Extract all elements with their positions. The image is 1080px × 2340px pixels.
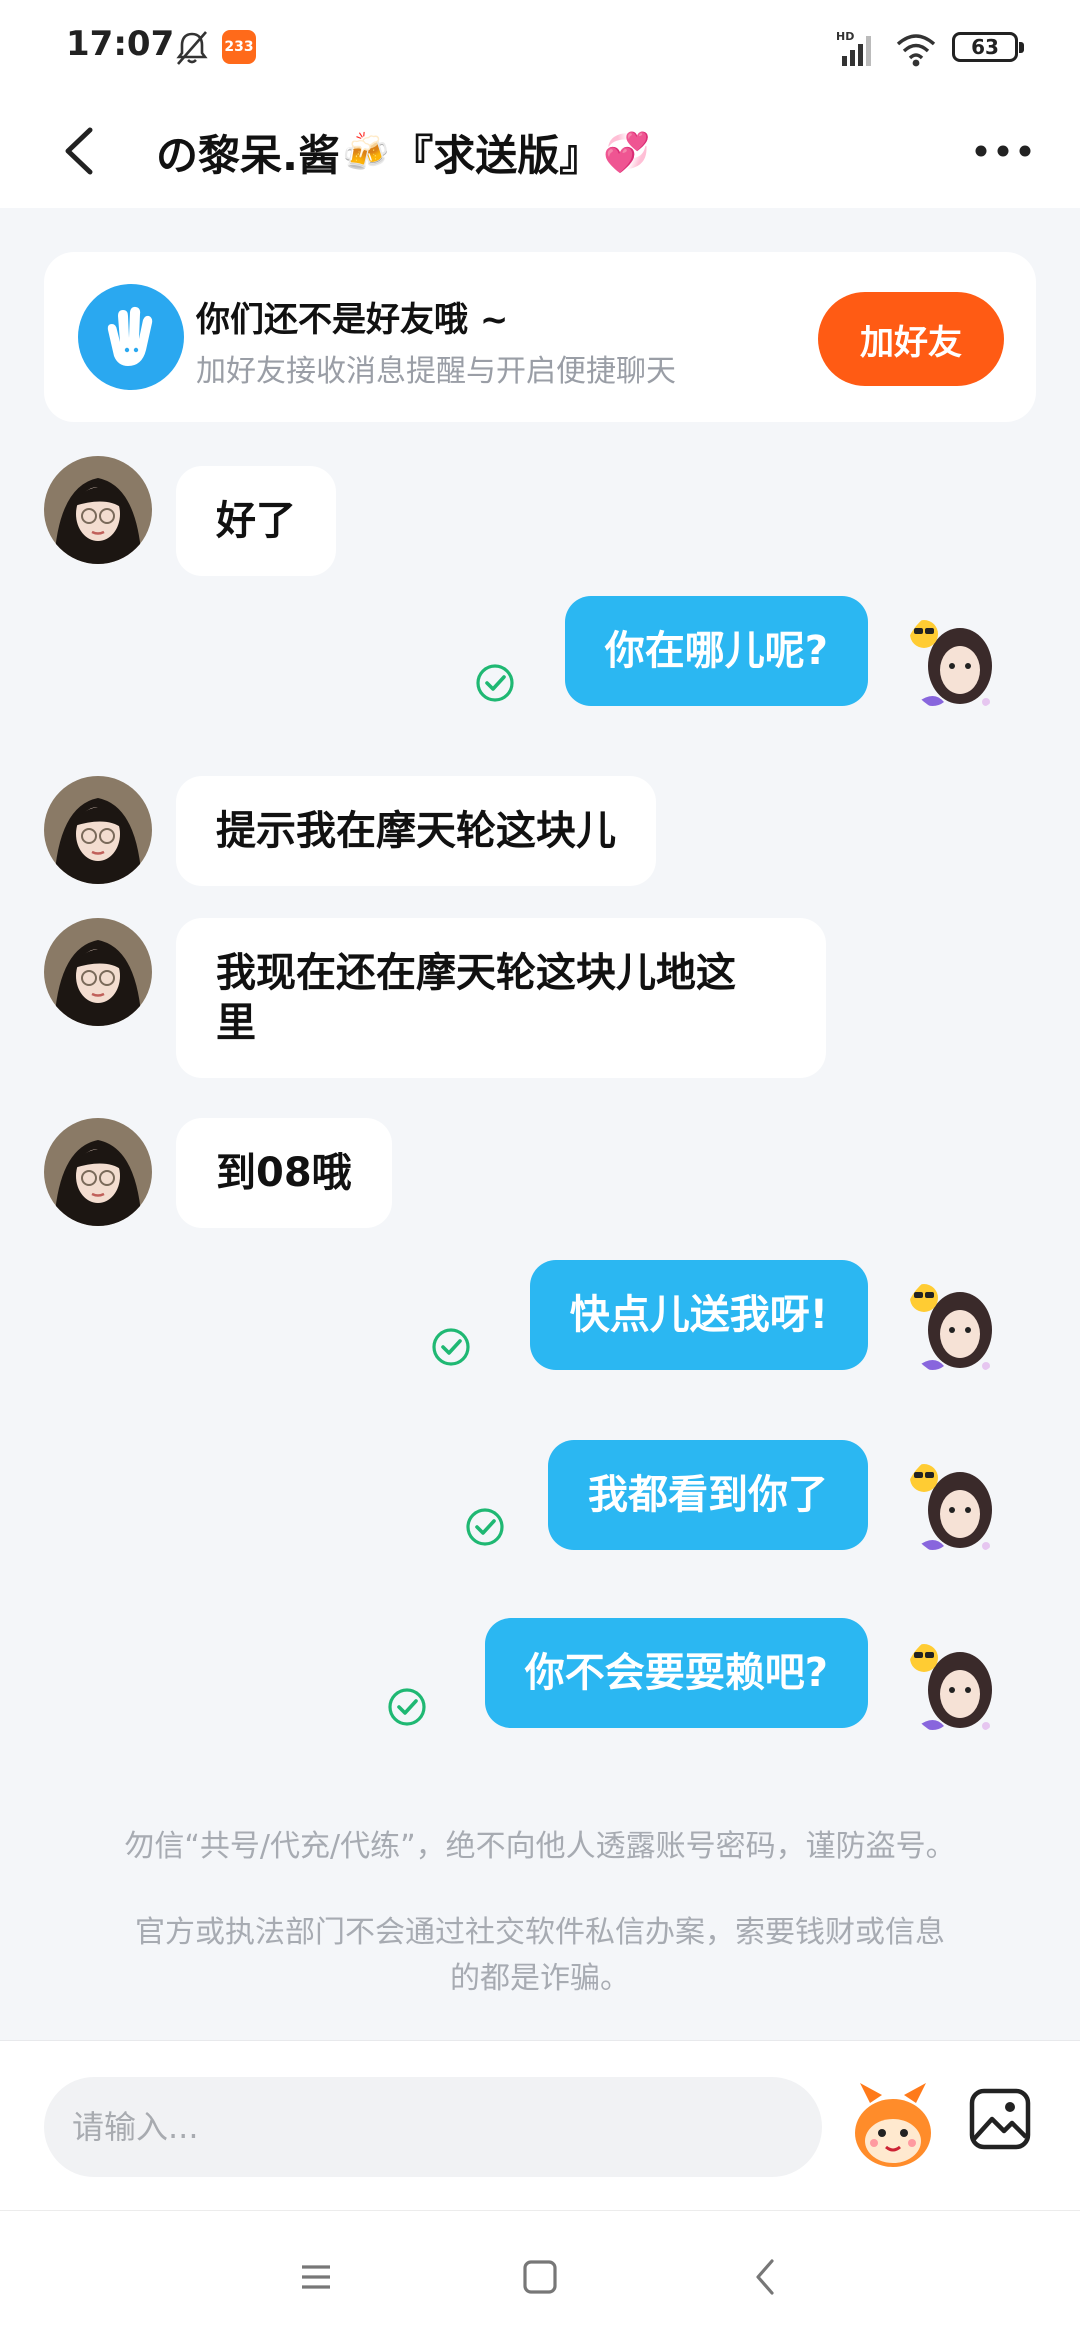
message-bubble-outgoing[interactable]: 你在哪儿呢? xyxy=(564,596,868,706)
message-bubble-incoming[interactable]: 好了 xyxy=(176,466,336,576)
mascot-emoji-button[interactable] xyxy=(848,2079,938,2175)
safety-notice: 勿信“共号/代充/代练”，绝不向他人透露账号密码，谨防盗号。 xyxy=(124,1829,956,1864)
contact-avatar[interactable] xyxy=(44,1118,152,1226)
wave-hand-icon xyxy=(78,284,184,390)
message-text-line: 里 xyxy=(216,1000,256,1046)
system-nav-bar xyxy=(0,2210,1080,2340)
signal-icon: HD xyxy=(836,30,871,66)
chat-title-suffix: 『求送版』 xyxy=(391,130,602,180)
message-input[interactable] xyxy=(44,2077,822,2177)
message-input-bar xyxy=(0,2040,1080,2210)
message-bubble-outgoing[interactable]: 我都看到你了 xyxy=(548,1440,868,1550)
message-bubble-incoming[interactable]: 到08哦 xyxy=(176,1118,392,1228)
read-check-icon xyxy=(476,664,514,702)
nav-back-icon[interactable] xyxy=(736,2247,796,2307)
network-label: HD xyxy=(836,30,854,43)
beer-emoji: 🍻 xyxy=(341,129,390,174)
battery-indicator: 63 xyxy=(952,32,1024,62)
menu-icon[interactable] xyxy=(286,2247,346,2307)
contact-avatar[interactable] xyxy=(44,456,152,564)
back-button[interactable] xyxy=(52,116,112,186)
message-bubble-outgoing[interactable]: 你不会要耍赖吧? xyxy=(484,1618,868,1728)
my-avatar[interactable] xyxy=(904,606,1012,714)
fraud-notice: 官方或执法部门不会通过社交软件私信办案，索要钱财或信息 的都是诈骗。 xyxy=(80,1910,1000,2002)
message-text-line: 我现在还在摩天轮这块儿地这 xyxy=(216,950,736,996)
my-avatar[interactable] xyxy=(904,1270,1012,1378)
banner-subtitle: 加好友接收消息提醒与开启便捷聊天 xyxy=(196,354,676,389)
bell-muted-icon xyxy=(176,31,208,65)
message-bubble-outgoing[interactable]: 快点儿送我呀! xyxy=(529,1260,868,1370)
more-options-button[interactable] xyxy=(970,126,1036,176)
add-friend-button[interactable]: 加好友 xyxy=(818,292,1004,386)
read-check-icon xyxy=(466,1508,504,1546)
chat-title-name: の黎呆.酱 xyxy=(156,130,340,180)
hearts-emoji: 💞 xyxy=(603,129,651,174)
image-picker-icon[interactable] xyxy=(966,2085,1034,2153)
message-bubble-incoming[interactable]: 我现在还在摩天轮这块儿地这 里 xyxy=(176,918,826,1078)
status-bar: 17:07 233 HD 63 xyxy=(0,0,1080,96)
contact-avatar[interactable] xyxy=(44,918,152,1026)
app-notification-badge: 233 xyxy=(222,30,256,64)
message-bubble-incoming[interactable]: 提示我在摩天轮这块儿 xyxy=(176,776,656,886)
not-friends-banner: 你们还不是好友哦 ~ 加好友接收消息提醒与开启便捷聊天 加好友 xyxy=(44,252,1036,422)
wifi-icon xyxy=(896,34,936,67)
my-avatar[interactable] xyxy=(904,1630,1012,1738)
chat-header: の黎呆.酱 🍻 『求送版』 💞 xyxy=(0,96,1080,208)
read-check-icon xyxy=(432,1328,470,1366)
battery-level: 63 xyxy=(971,35,999,59)
chat-title: の黎呆.酱 🍻 『求送版』 💞 xyxy=(156,120,653,184)
status-time: 17:07 xyxy=(66,24,175,64)
fraud-notice-line: 的都是诈骗。 xyxy=(450,1961,630,1996)
banner-title: 你们还不是好友哦 ~ xyxy=(196,300,509,340)
read-check-icon xyxy=(388,1688,426,1726)
my-avatar[interactable] xyxy=(904,1450,1012,1558)
contact-avatar[interactable] xyxy=(44,776,152,884)
home-icon[interactable] xyxy=(510,2247,570,2307)
fraud-notice-line: 官方或执法部门不会通过社交软件私信办案，索要钱财或信息 xyxy=(135,1915,945,1950)
